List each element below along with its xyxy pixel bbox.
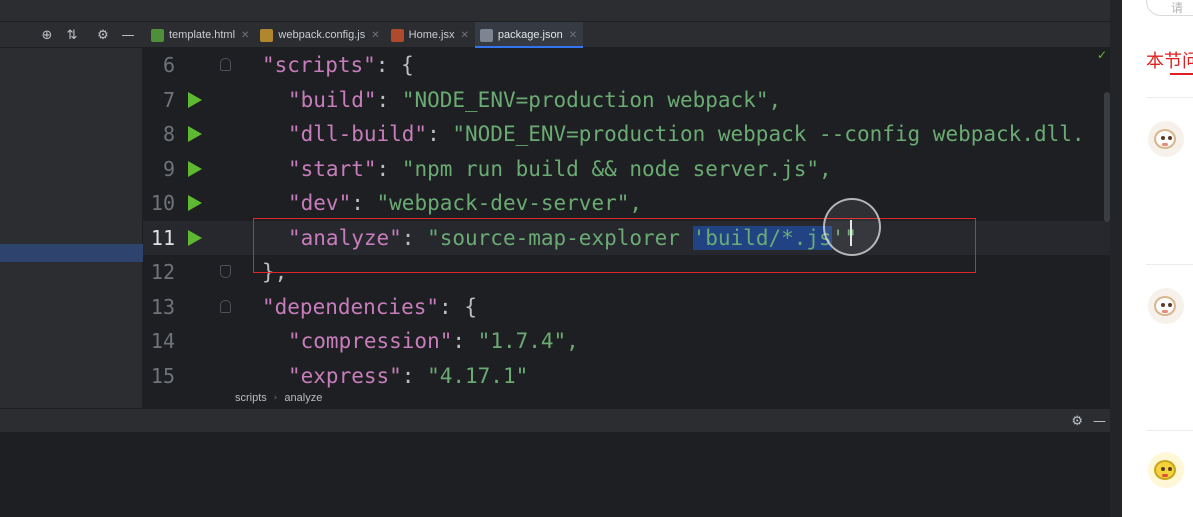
code-text: "express": "4.17.1" xyxy=(288,363,529,388)
code-text: "dev": "webpack-dev-server", xyxy=(288,191,643,215)
code-text: "dependencies": { xyxy=(262,294,477,319)
close-icon[interactable]: ✕ xyxy=(241,30,249,41)
line-number: 9 xyxy=(162,156,175,181)
divider xyxy=(1146,97,1193,98)
line-number: 8 xyxy=(162,122,175,146)
tab-template-html[interactable]: template.html ✕ xyxy=(146,22,255,48)
code-line: 12 }, xyxy=(143,255,1110,290)
run-icon[interactable] xyxy=(188,195,202,211)
tab-underline xyxy=(1170,73,1193,75)
tab-label: Home.jsx xyxy=(408,29,455,41)
line-number: 14 xyxy=(150,329,175,353)
breadcrumb-item[interactable]: scripts xyxy=(235,392,267,404)
avatar[interactable] xyxy=(1148,121,1184,157)
code-line: 10 "dev": "webpack-dev-server", xyxy=(143,186,1110,221)
code-text: "compression": "1.7.4", xyxy=(288,329,579,353)
js-file-icon xyxy=(260,28,274,42)
close-icon[interactable]: ✕ xyxy=(371,30,379,41)
fold-icon[interactable] xyxy=(220,58,231,71)
code-editor[interactable]: 6 "scripts": { 7 "build": "NODE_ENV=prod… xyxy=(143,48,1110,388)
code-line: 15 "express": "4.17.1" xyxy=(143,359,1110,389)
code-text: }, xyxy=(262,260,288,284)
line-number: 11 xyxy=(150,225,175,250)
tab-label: webpack.config.js xyxy=(278,29,366,41)
json-file-icon xyxy=(479,28,493,42)
avatar[interactable] xyxy=(1148,452,1184,488)
breadcrumb: scripts › analyze xyxy=(143,388,1110,408)
fold-icon[interactable] xyxy=(220,299,231,313)
minimize-icon[interactable]: — xyxy=(121,28,135,43)
line-number: 10 xyxy=(150,191,175,215)
line-number: 6 xyxy=(162,53,175,77)
code-line: 6 "scripts": { xyxy=(143,48,1110,83)
run-icon[interactable] xyxy=(188,229,202,246)
tab-label: package.json xyxy=(497,29,563,41)
code-line: 13 "dependencies": { xyxy=(143,290,1110,325)
tab-label: template.html xyxy=(169,29,236,41)
window-top-strip xyxy=(0,0,1110,22)
code-line: 14 "compression": "1.7.4", xyxy=(143,324,1110,359)
collapse-icon[interactable]: ⇅ xyxy=(65,28,79,43)
line-number: 7 xyxy=(162,87,175,112)
html-file-icon xyxy=(151,28,164,42)
code-text: "start": "npm run build && node server.j… xyxy=(288,156,832,181)
text-caret xyxy=(850,220,852,246)
tool-window-header: ⚙ — xyxy=(0,408,1110,433)
code-text: "analyze": "source-map-explorer 'build/*… xyxy=(288,225,857,250)
line-number: 12 xyxy=(150,260,175,284)
code-line: 7 "build": "NODE_ENV=production webpack"… xyxy=(143,83,1110,118)
close-icon[interactable]: ✕ xyxy=(569,30,577,41)
selected-tree-row[interactable] xyxy=(0,244,143,262)
fold-icon[interactable] xyxy=(220,265,231,278)
checkmark-icon: ✓ xyxy=(1096,48,1107,62)
tool-window-actions: ⚙ — xyxy=(1071,409,1106,434)
run-icon[interactable] xyxy=(188,160,202,177)
run-icon[interactable] xyxy=(188,91,202,108)
project-toolbar: ⊕ ⇅ ⚙ — xyxy=(40,22,135,48)
editor-tab-bar: ⊕ ⇅ ⚙ — template.html ✕ webpack.config.j… xyxy=(0,22,1110,48)
project-panel xyxy=(0,48,143,408)
editor-tabs: template.html ✕ webpack.config.js ✕ Home… xyxy=(146,22,584,48)
breadcrumb-item[interactable]: analyze xyxy=(284,392,322,404)
tab-home-jsx[interactable]: Home.jsx ✕ xyxy=(386,22,475,48)
close-icon[interactable]: ✕ xyxy=(460,30,468,41)
tab-package-json[interactable]: package.json ✕ xyxy=(474,22,584,48)
code-line: 9 "start": "npm run build && node server… xyxy=(143,152,1110,187)
tool-window-body xyxy=(0,433,1110,517)
tab-webpack-config[interactable]: webpack.config.js ✕ xyxy=(255,22,385,48)
panel-divider[interactable] xyxy=(1110,0,1122,517)
jsx-file-icon xyxy=(390,28,404,42)
run-icon[interactable] xyxy=(188,126,202,142)
course-side-panel: 请 本节问 xyxy=(1122,0,1193,517)
minimize-icon[interactable]: — xyxy=(1093,414,1106,429)
line-number: 15 xyxy=(150,363,175,388)
text-selection: 'build/*.js xyxy=(692,225,832,250)
gear-icon[interactable]: ⚙ xyxy=(96,28,110,43)
chevron-right-icon: › xyxy=(273,393,278,403)
code-line-current: 11 "analyze": "source-map-explorer 'buil… xyxy=(143,220,1110,255)
code-text: "scripts": { xyxy=(262,53,414,77)
gear-icon[interactable]: ⚙ xyxy=(1071,414,1083,429)
divider xyxy=(1146,430,1193,431)
section-title[interactable]: 本节问 xyxy=(1146,47,1193,73)
line-number: 13 xyxy=(150,294,175,319)
divider xyxy=(1146,264,1193,265)
code-text: "dll-build": "NODE_ENV=production webpac… xyxy=(288,122,1085,146)
code-text: "build": "NODE_ENV=production webpack", xyxy=(288,87,782,112)
avatar[interactable] xyxy=(1148,288,1184,324)
crosshair-icon[interactable]: ⊕ xyxy=(40,28,54,43)
search-input[interactable]: 请 xyxy=(1146,0,1193,16)
code-line: 8 "dll-build": "NODE_ENV=production webp… xyxy=(143,117,1110,152)
